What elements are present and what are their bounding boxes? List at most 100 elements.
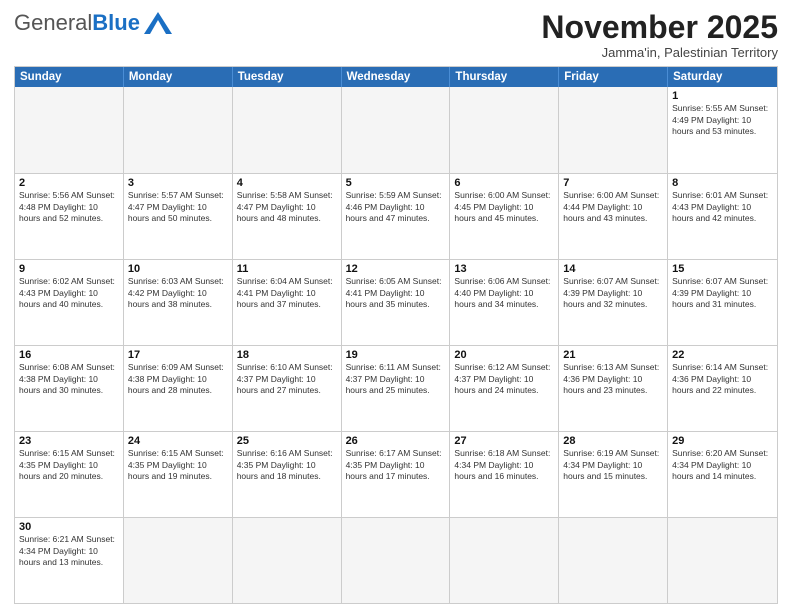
day-info: Sunrise: 6:04 AM Sunset: 4:41 PM Dayligh…	[237, 276, 337, 310]
day-number: 26	[346, 435, 446, 447]
day-info: Sunrise: 6:01 AM Sunset: 4:43 PM Dayligh…	[672, 190, 773, 224]
logo-icon	[144, 12, 172, 34]
day-info: Sunrise: 6:05 AM Sunset: 4:41 PM Dayligh…	[346, 276, 446, 310]
day-cell-21: 21Sunrise: 6:13 AM Sunset: 4:36 PM Dayli…	[559, 346, 668, 431]
day-info: Sunrise: 6:16 AM Sunset: 4:35 PM Dayligh…	[237, 448, 337, 482]
day-info: Sunrise: 6:15 AM Sunset: 4:35 PM Dayligh…	[19, 448, 119, 482]
header: General Blue November 2025 Jamma'in, Pal…	[14, 10, 778, 60]
calendar-week-1: 2Sunrise: 5:56 AM Sunset: 4:48 PM Daylig…	[15, 173, 777, 259]
day-info: Sunrise: 6:12 AM Sunset: 4:37 PM Dayligh…	[454, 362, 554, 396]
header-day-saturday: Saturday	[668, 67, 777, 87]
day-number: 12	[346, 263, 446, 275]
day-cell-11: 11Sunrise: 6:04 AM Sunset: 4:41 PM Dayli…	[233, 260, 342, 345]
calendar-body: 1Sunrise: 5:55 AM Sunset: 4:49 PM Daylig…	[15, 87, 777, 603]
header-day-monday: Monday	[124, 67, 233, 87]
day-cell-10: 10Sunrise: 6:03 AM Sunset: 4:42 PM Dayli…	[124, 260, 233, 345]
day-cell-2: 2Sunrise: 5:56 AM Sunset: 4:48 PM Daylig…	[15, 174, 124, 259]
day-number: 16	[19, 349, 119, 361]
empty-cell	[15, 87, 124, 173]
day-number: 20	[454, 349, 554, 361]
day-number: 5	[346, 177, 446, 189]
day-cell-30: 30Sunrise: 6:21 AM Sunset: 4:34 PM Dayli…	[15, 518, 124, 603]
empty-cell	[342, 518, 451, 603]
calendar: SundayMondayTuesdayWednesdayThursdayFrid…	[14, 66, 778, 604]
day-number: 19	[346, 349, 446, 361]
calendar-header: SundayMondayTuesdayWednesdayThursdayFrid…	[15, 67, 777, 87]
page: General Blue November 2025 Jamma'in, Pal…	[0, 0, 792, 612]
day-number: 9	[19, 263, 119, 275]
day-number: 4	[237, 177, 337, 189]
day-number: 22	[672, 349, 773, 361]
day-cell-9: 9Sunrise: 6:02 AM Sunset: 4:43 PM Daylig…	[15, 260, 124, 345]
day-number: 25	[237, 435, 337, 447]
day-info: Sunrise: 6:00 AM Sunset: 4:44 PM Dayligh…	[563, 190, 663, 224]
day-info: Sunrise: 6:02 AM Sunset: 4:43 PM Dayligh…	[19, 276, 119, 310]
day-info: Sunrise: 6:21 AM Sunset: 4:34 PM Dayligh…	[19, 534, 119, 568]
day-info: Sunrise: 6:08 AM Sunset: 4:38 PM Dayligh…	[19, 362, 119, 396]
day-number: 13	[454, 263, 554, 275]
day-cell-4: 4Sunrise: 5:58 AM Sunset: 4:47 PM Daylig…	[233, 174, 342, 259]
day-number: 24	[128, 435, 228, 447]
day-number: 30	[19, 521, 119, 533]
day-cell-27: 27Sunrise: 6:18 AM Sunset: 4:34 PM Dayli…	[450, 432, 559, 517]
calendar-week-3: 16Sunrise: 6:08 AM Sunset: 4:38 PM Dayli…	[15, 345, 777, 431]
day-cell-12: 12Sunrise: 6:05 AM Sunset: 4:41 PM Dayli…	[342, 260, 451, 345]
day-cell-25: 25Sunrise: 6:16 AM Sunset: 4:35 PM Dayli…	[233, 432, 342, 517]
day-cell-22: 22Sunrise: 6:14 AM Sunset: 4:36 PM Dayli…	[668, 346, 777, 431]
empty-cell	[233, 518, 342, 603]
day-cell-24: 24Sunrise: 6:15 AM Sunset: 4:35 PM Dayli…	[124, 432, 233, 517]
day-info: Sunrise: 6:10 AM Sunset: 4:37 PM Dayligh…	[237, 362, 337, 396]
day-cell-5: 5Sunrise: 5:59 AM Sunset: 4:46 PM Daylig…	[342, 174, 451, 259]
month-title: November 2025	[541, 10, 778, 45]
day-info: Sunrise: 6:00 AM Sunset: 4:45 PM Dayligh…	[454, 190, 554, 224]
header-day-wednesday: Wednesday	[342, 67, 451, 87]
day-number: 1	[672, 90, 773, 102]
day-number: 11	[237, 263, 337, 275]
day-number: 7	[563, 177, 663, 189]
day-cell-23: 23Sunrise: 6:15 AM Sunset: 4:35 PM Dayli…	[15, 432, 124, 517]
header-day-tuesday: Tuesday	[233, 67, 342, 87]
day-cell-26: 26Sunrise: 6:17 AM Sunset: 4:35 PM Dayli…	[342, 432, 451, 517]
day-number: 18	[237, 349, 337, 361]
subtitle: Jamma'in, Palestinian Territory	[541, 45, 778, 60]
day-cell-1: 1Sunrise: 5:55 AM Sunset: 4:49 PM Daylig…	[668, 87, 777, 173]
day-number: 10	[128, 263, 228, 275]
day-number: 8	[672, 177, 773, 189]
day-info: Sunrise: 6:03 AM Sunset: 4:42 PM Dayligh…	[128, 276, 228, 310]
day-info: Sunrise: 5:55 AM Sunset: 4:49 PM Dayligh…	[672, 103, 773, 137]
day-cell-28: 28Sunrise: 6:19 AM Sunset: 4:34 PM Dayli…	[559, 432, 668, 517]
calendar-week-4: 23Sunrise: 6:15 AM Sunset: 4:35 PM Dayli…	[15, 431, 777, 517]
day-info: Sunrise: 6:18 AM Sunset: 4:34 PM Dayligh…	[454, 448, 554, 482]
day-number: 3	[128, 177, 228, 189]
day-info: Sunrise: 6:06 AM Sunset: 4:40 PM Dayligh…	[454, 276, 554, 310]
day-info: Sunrise: 6:19 AM Sunset: 4:34 PM Dayligh…	[563, 448, 663, 482]
logo: General Blue	[14, 10, 172, 36]
day-cell-7: 7Sunrise: 6:00 AM Sunset: 4:44 PM Daylig…	[559, 174, 668, 259]
empty-cell	[559, 87, 668, 173]
empty-cell	[450, 518, 559, 603]
day-number: 27	[454, 435, 554, 447]
day-number: 14	[563, 263, 663, 275]
day-info: Sunrise: 6:13 AM Sunset: 4:36 PM Dayligh…	[563, 362, 663, 396]
day-cell-13: 13Sunrise: 6:06 AM Sunset: 4:40 PM Dayli…	[450, 260, 559, 345]
empty-cell	[233, 87, 342, 173]
day-cell-17: 17Sunrise: 6:09 AM Sunset: 4:38 PM Dayli…	[124, 346, 233, 431]
day-info: Sunrise: 6:15 AM Sunset: 4:35 PM Dayligh…	[128, 448, 228, 482]
header-day-friday: Friday	[559, 67, 668, 87]
header-day-sunday: Sunday	[15, 67, 124, 87]
logo-general: General	[14, 10, 92, 36]
day-cell-14: 14Sunrise: 6:07 AM Sunset: 4:39 PM Dayli…	[559, 260, 668, 345]
day-cell-19: 19Sunrise: 6:11 AM Sunset: 4:37 PM Dayli…	[342, 346, 451, 431]
day-cell-20: 20Sunrise: 6:12 AM Sunset: 4:37 PM Dayli…	[450, 346, 559, 431]
day-cell-29: 29Sunrise: 6:20 AM Sunset: 4:34 PM Dayli…	[668, 432, 777, 517]
day-info: Sunrise: 6:07 AM Sunset: 4:39 PM Dayligh…	[563, 276, 663, 310]
empty-cell	[342, 87, 451, 173]
title-block: November 2025 Jamma'in, Palestinian Terr…	[541, 10, 778, 60]
day-cell-3: 3Sunrise: 5:57 AM Sunset: 4:47 PM Daylig…	[124, 174, 233, 259]
day-cell-6: 6Sunrise: 6:00 AM Sunset: 4:45 PM Daylig…	[450, 174, 559, 259]
day-info: Sunrise: 6:07 AM Sunset: 4:39 PM Dayligh…	[672, 276, 773, 310]
empty-cell	[559, 518, 668, 603]
header-day-thursday: Thursday	[450, 67, 559, 87]
day-info: Sunrise: 5:58 AM Sunset: 4:47 PM Dayligh…	[237, 190, 337, 224]
empty-cell	[668, 518, 777, 603]
